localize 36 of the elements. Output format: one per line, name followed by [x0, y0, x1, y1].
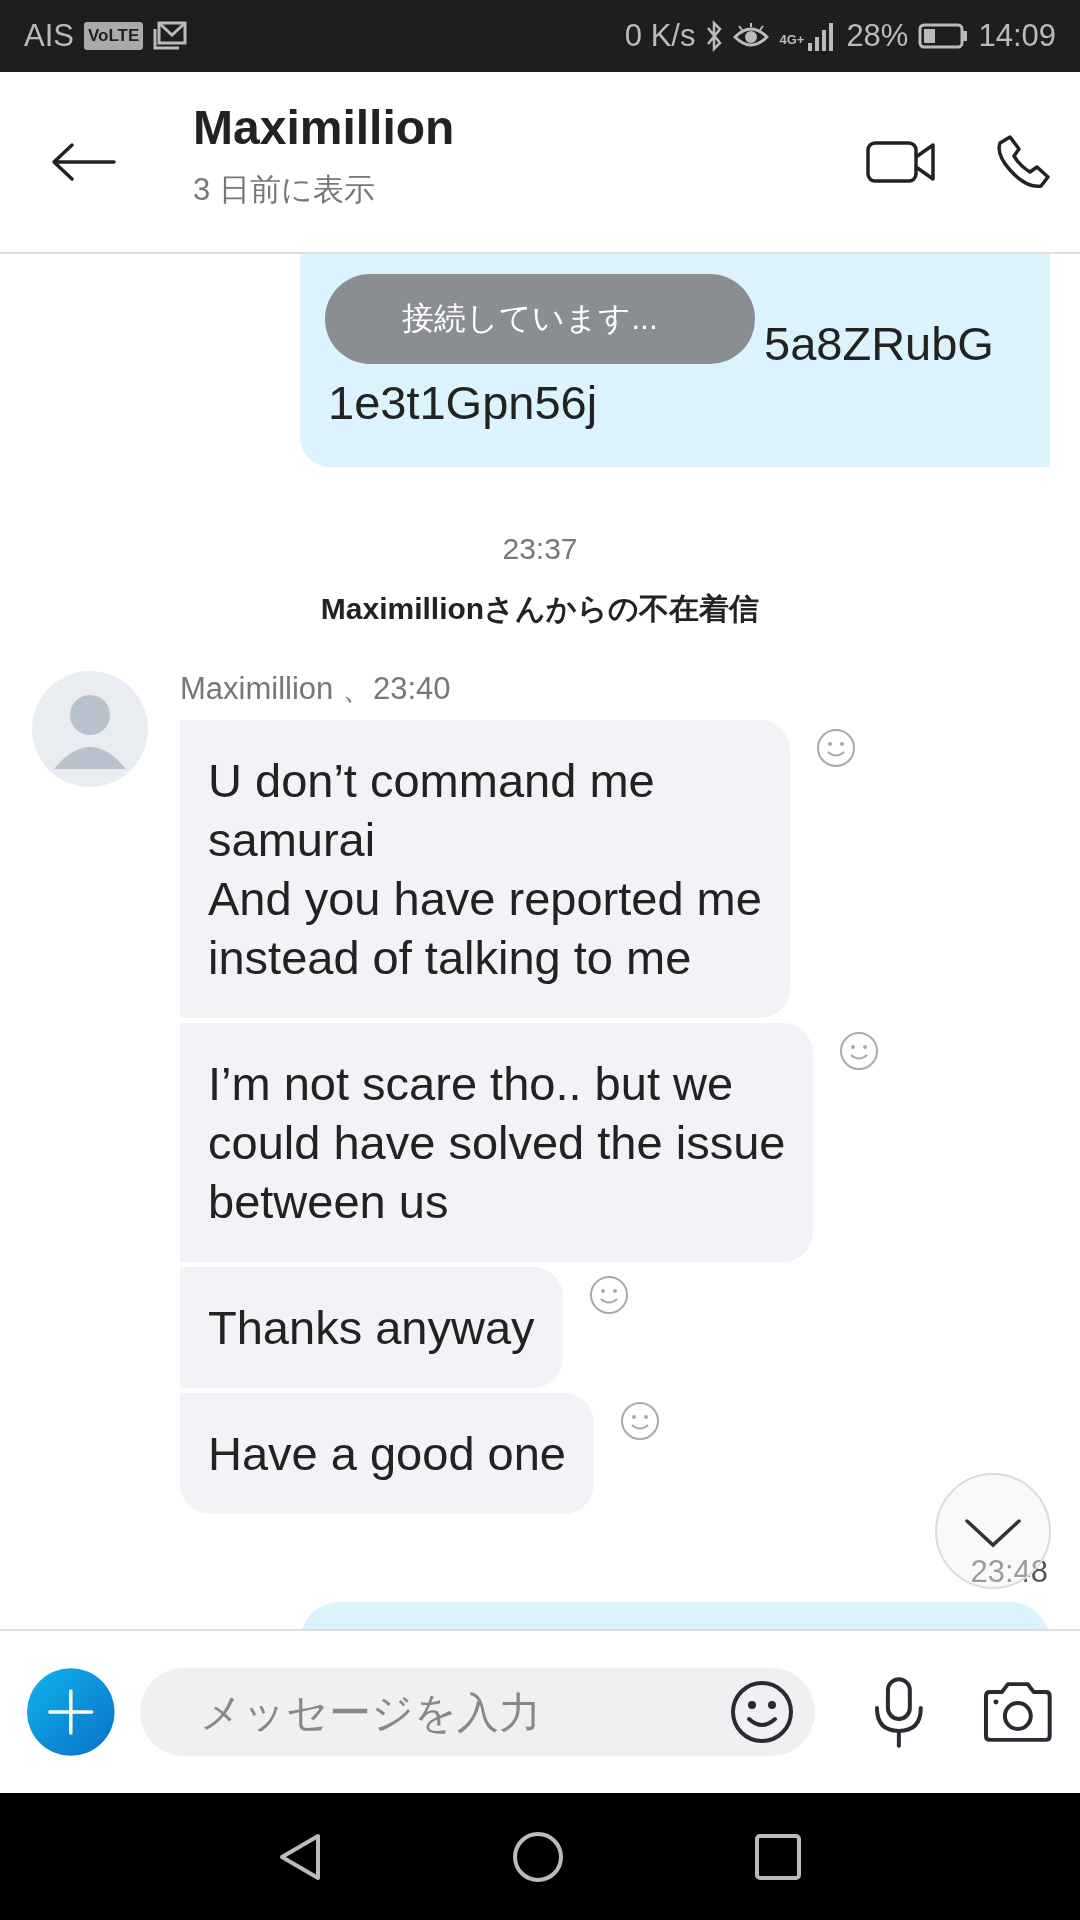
recents-icon[interactable]: [754, 1832, 802, 1881]
missed-call-notice: Maximillionさんからの不在着信: [319, 591, 761, 627]
avatar-icon: [30, 669, 150, 789]
video-call-icon[interactable]: [866, 139, 936, 185]
bluetooth-icon: [705, 19, 724, 53]
sender-time-label: Maximillion 、23:40: [180, 670, 452, 708]
message-text: 1e3t1Gpn56j: [328, 375, 599, 431]
message-bubble: Thanks anyway: [180, 1267, 563, 1388]
last-seen-text: 3 日前に表示: [193, 170, 376, 209]
mail-icon: [153, 21, 188, 51]
message-bubble: Have a good one: [180, 1393, 594, 1514]
phone-icon[interactable]: [996, 134, 1050, 190]
eye-icon: [733, 23, 770, 49]
home-icon[interactable]: [512, 1830, 564, 1883]
message-text: 5a8ZRubG: [764, 317, 994, 370]
timestamp: 23:37: [501, 531, 579, 567]
volte-badge: VoLTE: [83, 22, 144, 50]
battery-percent: 28%: [846, 18, 909, 54]
clock: 14:09: [978, 18, 1056, 54]
back-arrow-icon[interactable]: [50, 142, 116, 182]
message-bubble: U don’t command me samurai And you have reported me instead of talking to me: [180, 720, 790, 1018]
back-icon[interactable]: [278, 1831, 322, 1882]
message-input-field[interactable]: メッセージを入力: [139, 1668, 815, 1756]
connecting-toast: 接続しています...: [325, 274, 755, 364]
network-type: 4G+: [779, 32, 805, 47]
add-button[interactable]: [26, 1667, 116, 1757]
camera-icon[interactable]: [982, 1680, 1054, 1744]
carrier-name: AIS: [24, 18, 74, 54]
battery-icon: [918, 23, 969, 49]
message-bubble: I’m not scare tho.. but we could have solved the issue between us: [180, 1023, 814, 1262]
emoji-icon[interactable]: [728, 1679, 795, 1745]
network-speed: 0 K/s: [624, 18, 696, 54]
timestamp: 23:48: [970, 1553, 1048, 1591]
contact-name: Maximillion: [193, 99, 456, 155]
scroll-down-button[interactable]: [933, 1471, 1053, 1591]
text-input[interactable]: メッセージを入力: [197, 1686, 729, 1738]
